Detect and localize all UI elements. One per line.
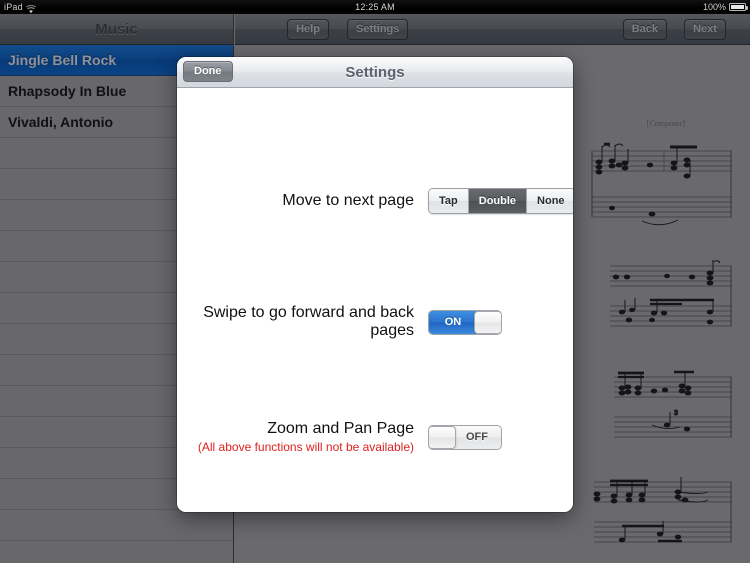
next-page-segmented-control[interactable]: Tap Double Tap None [428,188,573,214]
zoom-pan-label: Zoom and Pan Page [267,420,414,437]
battery-icon [729,3,748,11]
setting-row-swipe: Swipe to go forward and back pages ON [177,304,573,340]
setting-row-zoom-pan: Zoom and Pan Page (All above functions w… [177,420,573,454]
modal-title: Settings [345,63,405,81]
svg-text:3: 3 [674,410,678,417]
zoom-pan-toggle-off-label: OFF [453,425,501,449]
composer-label: [Composer] [646,119,685,128]
zoom-pan-toggle[interactable]: OFF [428,424,502,450]
help-button[interactable]: Help [287,19,329,40]
zoom-pan-warning: (All above functions will not be availab… [197,440,414,454]
swipe-label: Swipe to go forward and back pages [203,304,414,339]
next-button[interactable]: Next [684,19,726,40]
setting-row-next-page: Move to next page Tap Double Tap None [177,188,573,214]
segment-double-tap[interactable]: Double Tap [468,189,528,213]
modal-header: Done Settings [177,57,573,88]
segment-tap[interactable]: Tap [429,189,469,213]
swipe-toggle[interactable]: ON [428,309,502,335]
done-button[interactable]: Done [183,61,233,82]
battery-percent: 100% [702,2,726,12]
status-bar-right: 100% [702,0,748,14]
sidebar-header: Music [0,14,233,45]
sidebar-title: Music [95,20,138,38]
toolbar: Help Settings Back Next [235,14,750,45]
svg-text:3: 3 [612,141,616,142]
zoom-pan-toggle-knob[interactable] [429,425,456,449]
next-page-label: Move to next page [282,192,414,209]
zoom-pan-label-wrap: Zoom and Pan Page (All above functions w… [177,420,428,454]
modal-body: Move to next page Tap Double Tap None Sw… [177,88,573,512]
back-button[interactable]: Back [622,19,667,40]
settings-modal: Done Settings Move to next page Tap Doub… [177,57,573,512]
status-bar-time: 12:25 AM [355,2,395,12]
next-page-control: Tap Double Tap None [428,188,573,214]
next-page-label-wrap: Move to next page [177,192,428,210]
swipe-label-wrap: Swipe to go forward and back pages [177,304,428,340]
swipe-toggle-on-label: ON [429,310,477,334]
zoom-pan-control: OFF [428,424,573,450]
ipad-screen: iPad 12:25 AM 100% Music Jingle Bell Roc… [0,0,750,563]
swipe-toggle-knob[interactable] [474,310,501,334]
status-bar: iPad 12:25 AM 100% [0,0,750,14]
track-row-empty [0,510,233,541]
swipe-control: ON [428,309,573,335]
segment-none[interactable]: None [527,189,573,213]
settings-button[interactable]: Settings [347,19,409,40]
